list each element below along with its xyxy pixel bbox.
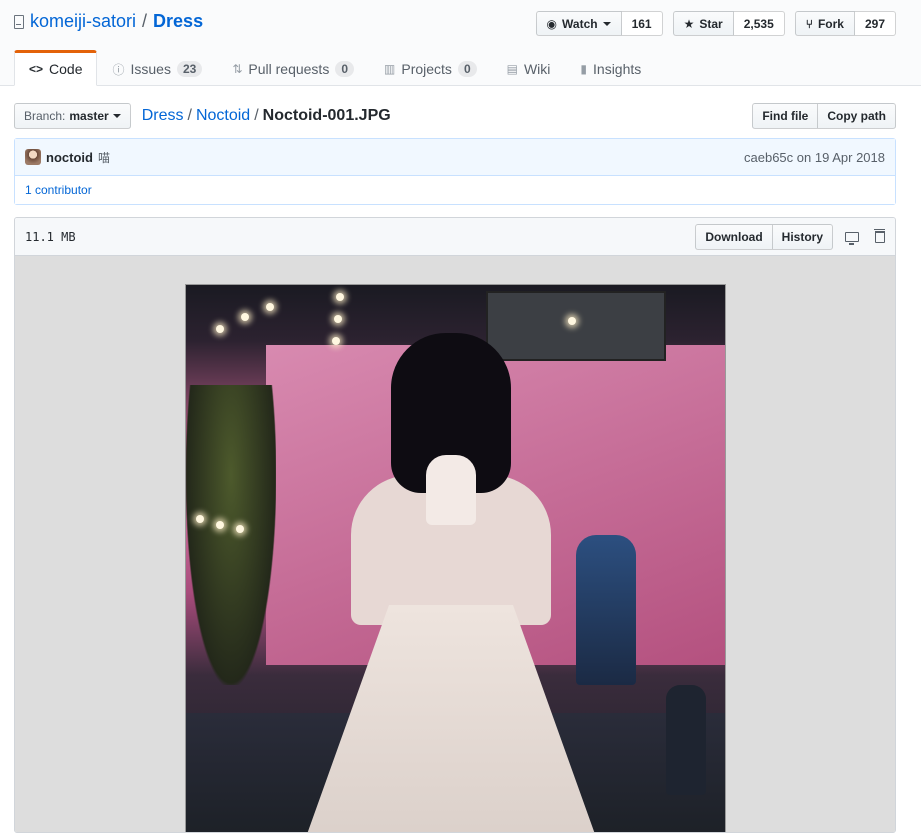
commit-meta: caeb65c on 19 Apr 2018: [744, 150, 885, 165]
image-preview: [15, 256, 895, 832]
tab-label: Issues: [130, 61, 171, 77]
tab-projects[interactable]: ▥ Projects 0: [369, 50, 492, 86]
watch-group: ◉ Watch 161: [535, 11, 663, 36]
tab-issues[interactable]: ⓘ Issues 23: [97, 50, 217, 86]
photo-window: [486, 291, 666, 361]
contributors-link[interactable]: 1 contributor: [15, 176, 895, 204]
copy-path-button[interactable]: Copy path: [818, 103, 896, 129]
breadcrumb-file: Noctoid-001.JPG: [262, 107, 391, 124]
repo-header: komeiji-satori / Dress ◉ Watch 161 ★ Sta…: [0, 0, 921, 86]
download-button[interactable]: Download: [695, 223, 773, 250]
breadcrumb-folder[interactable]: Noctoid: [196, 107, 250, 125]
commit-message[interactable]: 喵: [98, 149, 110, 166]
tab-label: Wiki: [523, 61, 551, 77]
file-navigation: Branch: master Dress / Noctoid / Noctoid…: [14, 103, 896, 129]
photo-light: [236, 525, 244, 533]
repo-icon: [14, 14, 24, 29]
photo-light: [334, 315, 342, 323]
branch-select[interactable]: Branch: master: [14, 103, 131, 129]
file-buttons: Download History: [695, 223, 833, 250]
star-count[interactable]: 2,535: [733, 11, 785, 36]
tab-pull-requests[interactable]: ⇅ Pull requests 0: [217, 50, 369, 86]
photo-light: [266, 303, 274, 311]
issues-counter: 23: [176, 61, 203, 77]
history-button[interactable]: History: [772, 223, 833, 250]
issue-icon: ⓘ: [112, 62, 125, 77]
tab-label: Code: [49, 61, 83, 77]
fork-button[interactable]: ⑂ Fork: [794, 11, 855, 36]
book-icon: ▤: [506, 62, 518, 76]
commit-author[interactable]: noctoid: [46, 150, 93, 165]
repo-nav-tabs: <> Code ⓘ Issues 23 ⇅ Pull requests 0 ▥ …: [14, 50, 656, 86]
pull-requests-counter: 0: [335, 61, 355, 77]
breadcrumb-root[interactable]: Dress: [142, 107, 184, 125]
projects-counter: 0: [457, 61, 477, 77]
tab-code[interactable]: <> Code: [14, 50, 98, 86]
repo-owner-link[interactable]: komeiji-satori: [30, 11, 136, 32]
path-separator: /: [142, 11, 148, 31]
project-icon: ▥: [384, 62, 396, 76]
preview-photo: [185, 284, 726, 832]
tab-label: Pull requests: [248, 61, 330, 77]
star-group: ★ Star 2,535: [672, 11, 785, 36]
fork-count[interactable]: 297: [854, 11, 896, 36]
file-header-actions: Download History: [695, 223, 885, 250]
watch-button[interactable]: ◉ Watch: [535, 11, 622, 36]
trash-icon[interactable]: [874, 228, 885, 243]
chevron-down-icon: [112, 114, 121, 118]
graph-icon: ▮: [580, 62, 588, 76]
photo-light: [332, 337, 340, 345]
breadcrumb-separator: /: [187, 107, 192, 124]
repo-name-link[interactable]: Dress: [153, 11, 203, 32]
photo-light: [336, 293, 344, 301]
file-actions: Find file Copy path: [752, 103, 896, 129]
branch-prefix: Branch:: [24, 109, 66, 123]
commit-sha[interactable]: caeb65c: [744, 150, 793, 165]
photo-guitarist: [576, 535, 636, 685]
branch-name: master: [69, 109, 109, 123]
fork-group: ⑂ Fork 297: [794, 11, 896, 36]
file-header: 11.1 MB Download History: [15, 218, 895, 256]
photo-child: [666, 685, 706, 795]
commit-tease: noctoid 喵 caeb65c on 19 Apr 2018 1 contr…: [14, 138, 896, 205]
fork-label: Fork: [817, 16, 844, 31]
star-label: Star: [699, 16, 723, 31]
photo-light: [216, 325, 224, 333]
photo-light: [196, 515, 204, 523]
avatar[interactable]: [25, 149, 41, 165]
photo-light: [568, 317, 576, 325]
code-icon: <>: [29, 62, 44, 76]
tab-label: Insights: [593, 61, 642, 77]
repo-actions: ◉ Watch 161 ★ Star 2,535 ⑂ Fork 297: [535, 11, 896, 36]
pull-request-icon: ⇅: [232, 62, 243, 76]
star-icon: ★: [683, 16, 695, 31]
photo-bow: [426, 455, 476, 525]
watch-count[interactable]: 161: [621, 11, 663, 36]
breadcrumb: Dress / Noctoid / Noctoid-001.JPG: [142, 107, 391, 125]
fork-icon: ⑂: [805, 16, 813, 31]
latest-commit: noctoid 喵 caeb65c on 19 Apr 2018: [15, 139, 895, 176]
breadcrumb-separator: /: [254, 107, 259, 124]
chevron-down-icon: [602, 21, 611, 26]
repo-title: komeiji-satori / Dress: [14, 11, 203, 32]
photo-light: [241, 313, 249, 321]
eye-icon: ◉: [546, 16, 558, 31]
commit-date: on 19 Apr 2018: [796, 149, 885, 165]
file-view: 11.1 MB Download History: [14, 217, 896, 833]
photo-light: [216, 521, 224, 529]
star-button[interactable]: ★ Star: [672, 11, 734, 36]
photo-palm: [186, 385, 276, 685]
file-size: 11.1 MB: [25, 229, 76, 244]
desktop-icon[interactable]: [845, 231, 859, 245]
tab-wiki[interactable]: ▤ Wiki: [492, 50, 566, 86]
tab-label: Projects: [401, 61, 452, 77]
find-file-button[interactable]: Find file: [752, 103, 819, 129]
tab-insights[interactable]: ▮ Insights: [565, 50, 656, 86]
watch-label: Watch: [562, 16, 598, 31]
